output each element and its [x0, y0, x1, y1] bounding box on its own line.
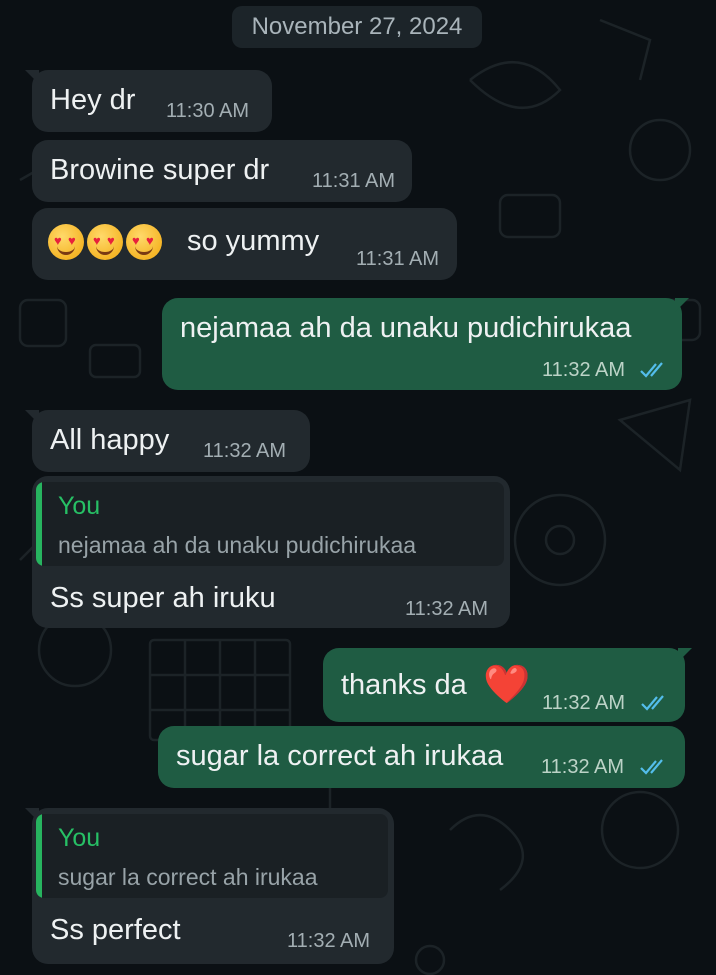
outgoing-message[interactable]: nejamaa ah da unaku pudichirukaa 11:32 A… — [162, 298, 689, 390]
message-time: 11:32 AM — [203, 440, 287, 462]
outgoing-message[interactable]: sugar la correct ah irukaa 11:32 AM — [158, 726, 685, 788]
quoted-message[interactable]: You sugar la correct ah irukaa — [36, 814, 388, 898]
message-time: 11:31 AM — [356, 248, 440, 270]
read-ticks-icon — [640, 759, 663, 775]
message-text: All happy — [50, 424, 170, 456]
incoming-message-reply[interactable]: You nejamaa ah da unaku pudichirukaa Ss … — [32, 476, 510, 628]
reply-bar — [36, 814, 42, 898]
date-chip: November 27, 2024 — [232, 6, 482, 48]
incoming-message[interactable]: Hey dr 11:30 AM — [25, 70, 272, 132]
red-heart-emoji-icon: ❤️ — [483, 664, 531, 706]
message-time: 11:32 AM — [405, 598, 489, 620]
incoming-message[interactable]: Browine super dr 11:31 AM — [32, 140, 412, 202]
reply-bar — [36, 482, 42, 566]
message-text: thanks da — [341, 669, 467, 701]
incoming-message[interactable]: All happy 11:32 AM — [25, 410, 310, 472]
read-ticks-icon — [640, 362, 663, 378]
heart-eyes-emoji-icon: ♥ ♥ — [48, 224, 84, 260]
message-time: 11:32 AM — [541, 756, 625, 778]
message-time: 11:31 AM — [312, 170, 396, 192]
message-time: 11:32 AM — [542, 359, 626, 381]
quoted-text: sugar la correct ah irukaa — [58, 864, 318, 890]
incoming-message-reply[interactable]: You sugar la correct ah irukaa Ss perfec… — [25, 808, 394, 964]
chat-area[interactable]: November 27, 2024 Hey dr 11:30 AM Browin… — [0, 0, 716, 975]
heart-eyes-emoji-icon: ♥ ♥ — [87, 224, 123, 260]
heart-eyes-emoji-group: ♥ ♥ ♥ ♥ ♥ ♥ — [48, 224, 165, 260]
message-time: 11:32 AM — [287, 930, 371, 952]
message-text: Browine super dr — [50, 154, 270, 186]
message-text: so yummy — [187, 225, 320, 257]
outgoing-message[interactable]: thanks da ❤️ 11:32 AM — [323, 648, 692, 722]
message-text: sugar la correct ah irukaa — [176, 740, 504, 772]
incoming-message[interactable]: ♥ ♥ ♥ ♥ ♥ ♥ so yummy 11:31 AM — [32, 208, 457, 280]
quoted-author: You — [58, 492, 101, 520]
message-text: Ss super ah iruku — [50, 582, 276, 614]
quoted-author: You — [58, 824, 101, 852]
message-time: 11:30 AM — [166, 100, 250, 122]
message-text: nejamaa ah da unaku pudichirukaa — [180, 312, 632, 344]
read-ticks-icon — [641, 695, 664, 711]
message-text: Hey dr — [50, 84, 136, 116]
quoted-message[interactable]: You nejamaa ah da unaku pudichirukaa — [36, 482, 504, 566]
heart-eyes-emoji-icon: ♥ ♥ — [126, 224, 162, 260]
quoted-text: nejamaa ah da unaku pudichirukaa — [58, 532, 417, 558]
message-text: Ss perfect — [50, 914, 181, 946]
message-time: 11:32 AM — [542, 692, 626, 714]
